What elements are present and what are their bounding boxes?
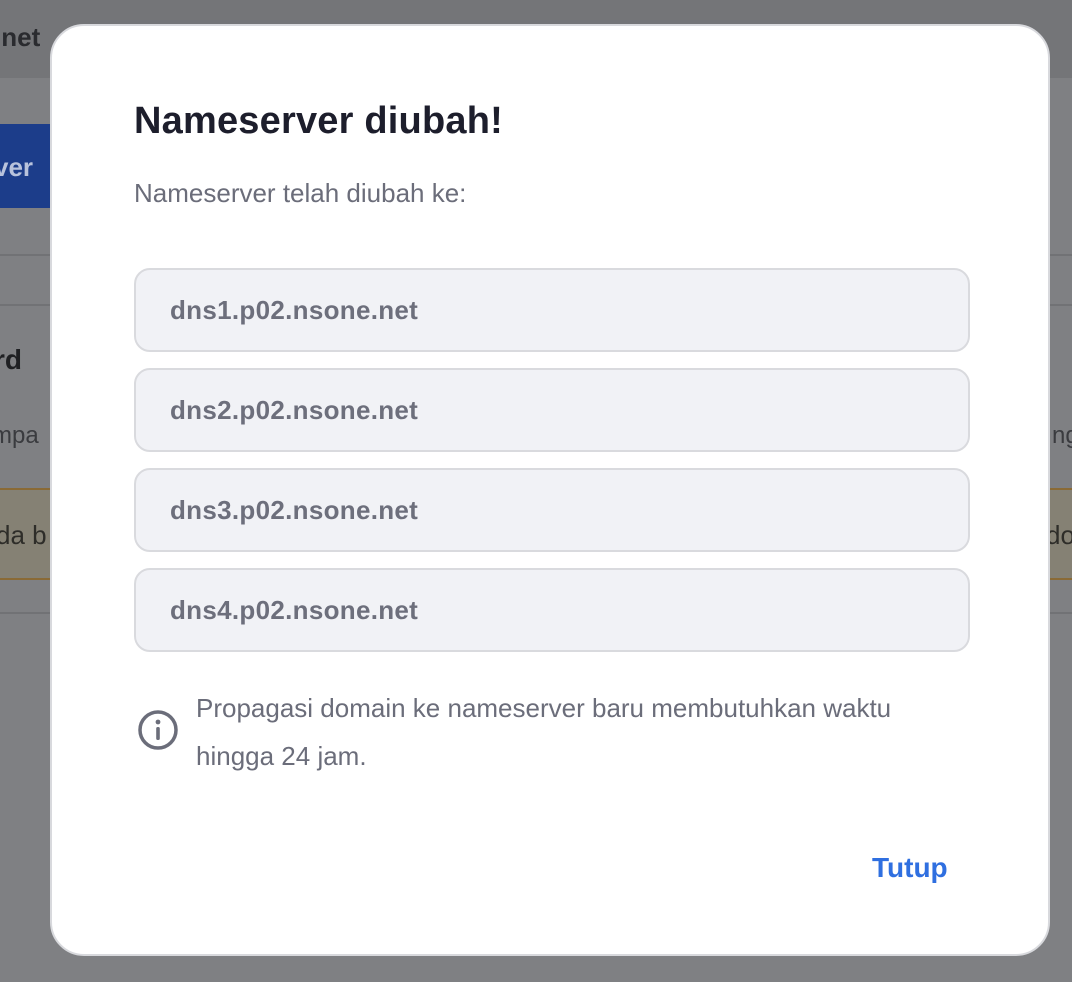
dialog-title: Nameserver diubah! xyxy=(134,100,503,142)
background-domain-name: .net xyxy=(0,22,41,52)
background-text: ng xyxy=(1052,422,1072,449)
close-button[interactable]: Tutup xyxy=(864,846,956,890)
dialog-subtitle: Nameserver telah diubah ke: xyxy=(134,178,467,208)
nameserver-field: dns4.p02.nsone.net xyxy=(134,568,970,652)
nameserver-field: dns3.p02.nsone.net xyxy=(134,468,970,552)
background-button-label: ver xyxy=(0,152,34,182)
background-section-heading: rd xyxy=(0,344,22,375)
nameserver-field: dns2.p02.nsone.net xyxy=(134,368,970,452)
propagation-info: Propagasi domain ke nameserver baru memb… xyxy=(134,684,970,780)
background-text: mpa xyxy=(0,422,39,449)
nameserver-list: dns1.p02.nsone.net dns2.p02.nsone.net dn… xyxy=(134,268,970,668)
background-alert-text: da b xyxy=(0,520,47,550)
nameserver-field: dns1.p02.nsone.net xyxy=(134,268,970,352)
info-circle-icon xyxy=(138,710,178,750)
propagation-info-text: Propagasi domain ke nameserver baru memb… xyxy=(196,693,892,771)
nameserver-changed-dialog: Nameserver diubah! Nameserver telah diub… xyxy=(50,24,1050,956)
